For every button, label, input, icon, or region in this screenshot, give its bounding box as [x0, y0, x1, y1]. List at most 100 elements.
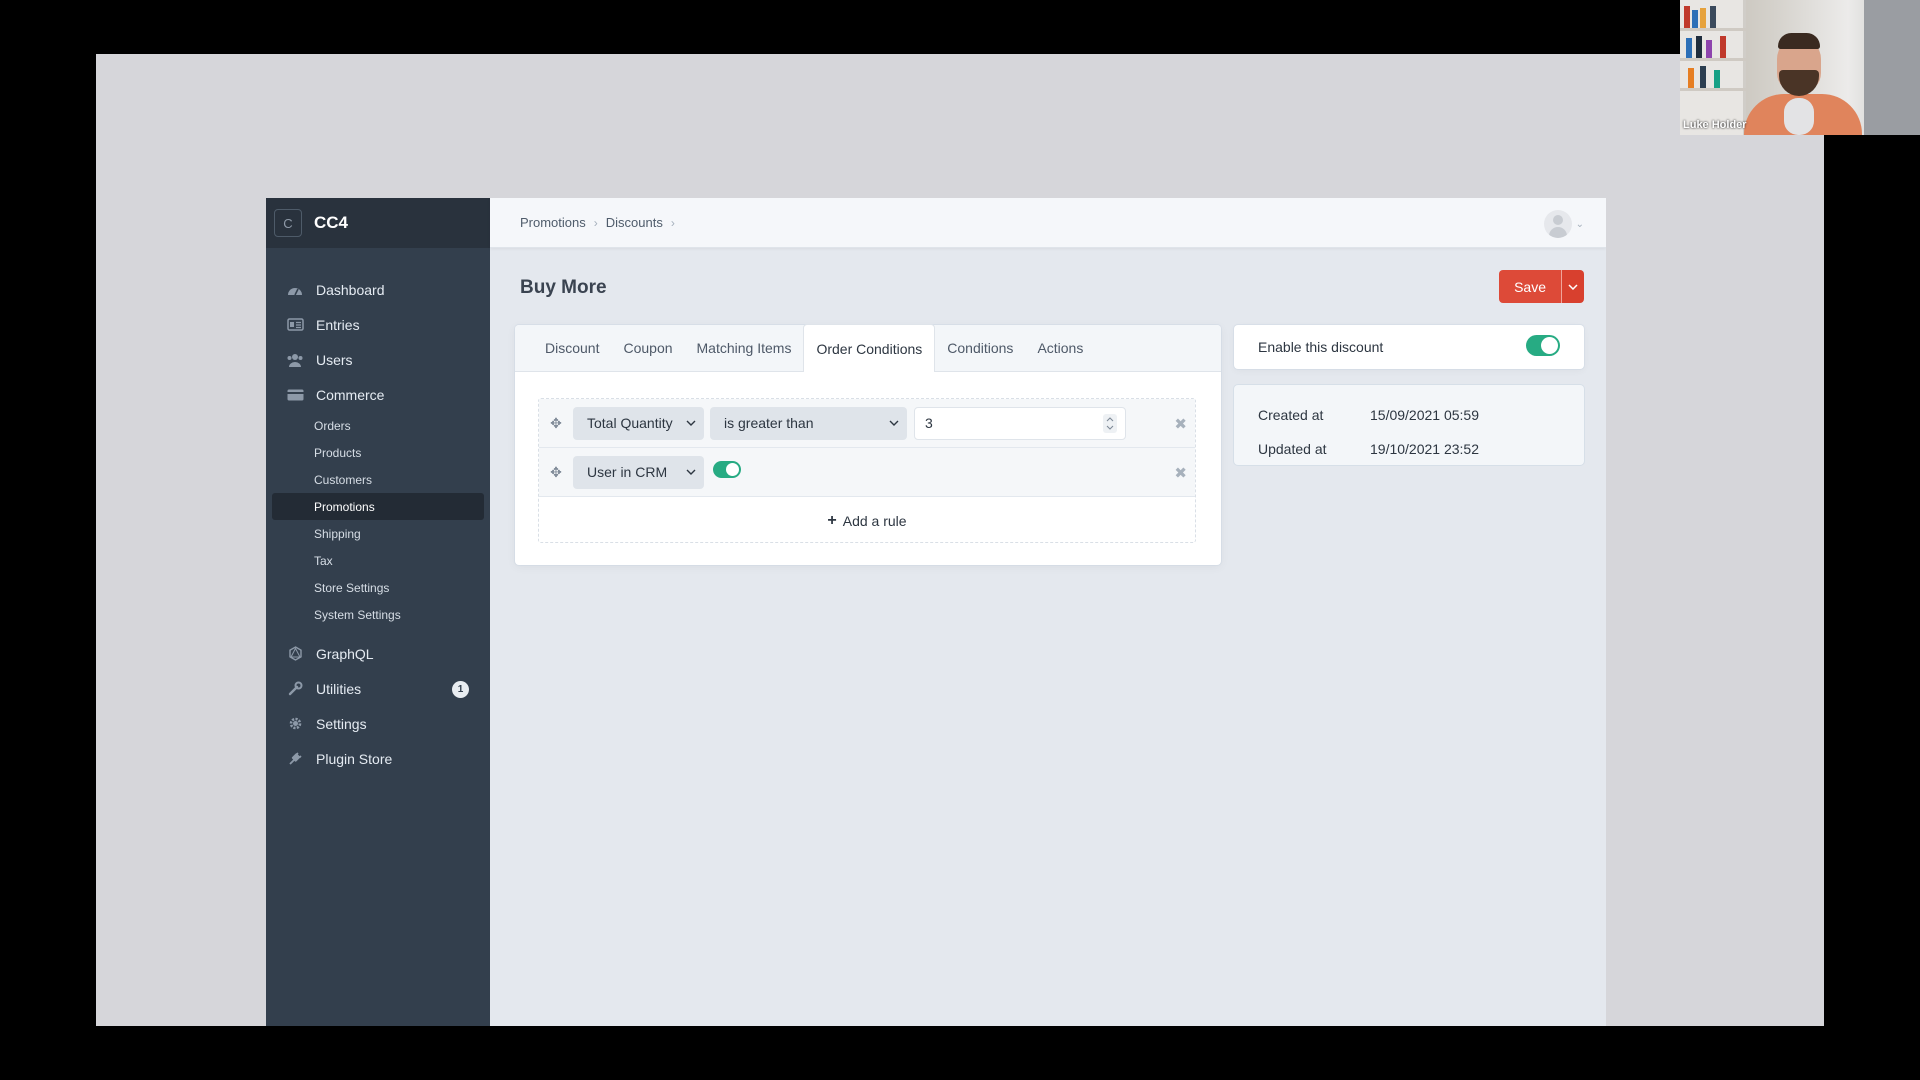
- sidebar: C CC4 Dashboard Entries Users Commerce O…: [266, 198, 490, 1026]
- nav-item-entries[interactable]: Entries: [266, 307, 490, 342]
- site-name: CC4: [314, 213, 349, 232]
- drag-handle-icon[interactable]: ✥: [545, 415, 567, 432]
- breadcrumb: Promotions › Discounts ›: [520, 215, 683, 230]
- meta-updated: Updated at 19/10/2021 23:52: [1258, 432, 1560, 466]
- breadcrumb-discounts[interactable]: Discounts: [606, 215, 663, 230]
- chevron-down-icon: [686, 420, 696, 426]
- nav-label: GraphQL: [316, 645, 374, 662]
- rule-row: ✥ Total Quantity is greater than 3 ✖: [539, 399, 1195, 448]
- users-icon: [286, 352, 304, 368]
- rule-operator-select[interactable]: is greater than: [710, 406, 907, 440]
- bookshelf-image: [1680, 0, 1746, 135]
- remove-rule-icon[interactable]: ✖: [1174, 415, 1187, 433]
- site-header[interactable]: C CC4: [266, 198, 490, 248]
- nav-item-commerce[interactable]: Commerce: [266, 377, 490, 412]
- chevron-right-icon: ›: [593, 215, 598, 230]
- tab-order-conditions[interactable]: Order Conditions: [803, 324, 936, 372]
- subnav-item-shipping[interactable]: Shipping: [272, 520, 484, 547]
- book: [1714, 70, 1720, 88]
- book: [1706, 40, 1712, 58]
- book: [1700, 8, 1706, 28]
- discount-editor-card: Discount Coupon Matching Items Order Con…: [515, 324, 1221, 565]
- select-value: is greater than: [724, 415, 814, 431]
- tab-coupon[interactable]: Coupon: [611, 324, 684, 371]
- book: [1700, 66, 1706, 88]
- toggle-knob: [726, 462, 739, 476]
- nav-item-users[interactable]: Users: [266, 342, 490, 377]
- craft-control-panel: C CC4 Dashboard Entries Users Commerce O…: [266, 198, 1606, 1026]
- subnav-item-promotions[interactable]: Promotions: [272, 493, 484, 520]
- updated-value: 19/10/2021 23:52: [1370, 441, 1479, 457]
- page-title: Buy More: [520, 277, 607, 298]
- rule-value-input[interactable]: 3: [914, 406, 1126, 440]
- chevron-down-icon: ⌄: [1575, 218, 1584, 230]
- user-in-crm-toggle-wrap: [713, 460, 741, 478]
- input-value: 3: [925, 415, 933, 431]
- chevron-down-icon: [889, 420, 899, 426]
- book: [1696, 36, 1702, 58]
- select-value: Total Quantity: [587, 415, 673, 431]
- user-in-crm-toggle[interactable]: [713, 460, 741, 478]
- book: [1692, 10, 1698, 28]
- breadcrumb-promotions[interactable]: Promotions: [520, 215, 586, 230]
- select-value: User in CRM: [587, 464, 668, 480]
- plus-icon: +: [827, 511, 837, 529]
- chevron-down-icon: [686, 469, 696, 475]
- graphql-icon: [286, 646, 304, 662]
- subnav-item-products[interactable]: Products: [272, 439, 484, 466]
- book: [1684, 6, 1690, 28]
- wrench-icon: [286, 681, 304, 697]
- subnav-item-tax[interactable]: Tax: [272, 547, 484, 574]
- subnav-item-store-settings[interactable]: Store Settings: [272, 574, 484, 601]
- add-rule-button[interactable]: + Add a rule: [539, 497, 1195, 544]
- tab-actions[interactable]: Actions: [1025, 324, 1095, 371]
- rule-row: ✥ User in CRM ✖: [539, 448, 1195, 497]
- meta-created: Created at 15/09/2021 05:59: [1258, 398, 1560, 432]
- tab-discount[interactable]: Discount: [533, 324, 611, 371]
- commerce-subnav: Orders Products Customers Promotions Shi…: [266, 412, 490, 628]
- nav-item-utilities[interactable]: Utilities 1: [266, 671, 490, 706]
- account-menu[interactable]: ⌄: [1543, 210, 1584, 238]
- nav-item-settings[interactable]: Settings: [266, 706, 490, 741]
- nav-item-graphql[interactable]: GraphQL: [266, 636, 490, 671]
- remove-rule-icon[interactable]: ✖: [1174, 464, 1187, 482]
- subnav-item-customers[interactable]: Customers: [272, 466, 484, 493]
- created-value: 15/09/2021 05:59: [1370, 407, 1479, 423]
- tab-bar: Discount Coupon Matching Items Order Con…: [515, 324, 1221, 372]
- nav-label: Dashboard: [316, 281, 385, 298]
- tab-conditions[interactable]: Conditions: [935, 324, 1025, 371]
- rule-attribute-select[interactable]: Total Quantity: [573, 406, 704, 440]
- nav-item-dashboard[interactable]: Dashboard: [266, 272, 490, 307]
- dashboard-icon: [286, 282, 304, 298]
- subnav-item-system-settings[interactable]: System Settings: [272, 601, 484, 628]
- shelf-line: [1680, 88, 1746, 91]
- nav-item-plugin-store[interactable]: Plugin Store: [266, 741, 490, 776]
- book: [1686, 38, 1692, 58]
- save-button-group: Save: [1499, 270, 1584, 303]
- shelf-line: [1680, 28, 1746, 31]
- drag-handle-icon[interactable]: ✥: [545, 464, 567, 481]
- webcam-overlay: Luke Holder: [1680, 0, 1920, 135]
- person-hair: [1778, 33, 1820, 49]
- add-rule-label: Add a rule: [842, 512, 907, 529]
- nav-label: Entries: [316, 316, 360, 333]
- enable-discount-label: Enable this discount: [1258, 339, 1384, 355]
- condition-rules: ✥ Total Quantity is greater than 3 ✖ ✥ U…: [538, 398, 1196, 543]
- nav-label: Users: [316, 351, 353, 368]
- tab-matching-items[interactable]: Matching Items: [685, 324, 804, 371]
- nav-label: Utilities: [316, 680, 362, 697]
- save-button[interactable]: Save: [1499, 270, 1561, 303]
- subnav-item-orders[interactable]: Orders: [272, 412, 484, 439]
- site-logo: C: [274, 209, 302, 237]
- door-image: [1864, 0, 1920, 135]
- plug-icon: [286, 751, 304, 767]
- rule-attribute-select[interactable]: User in CRM: [573, 455, 704, 489]
- secondary-nav: GraphQL Utilities 1 Settings Plugin Stor…: [266, 636, 490, 776]
- user-avatar-icon: [1543, 210, 1572, 238]
- main-nav: Dashboard Entries Users Commerce: [266, 272, 490, 412]
- number-spinner-icon[interactable]: [1103, 413, 1117, 433]
- enable-discount-toggle[interactable]: [1526, 335, 1560, 356]
- webcam-name-label: Luke Holder: [1683, 119, 1747, 131]
- chevron-right-icon: ›: [670, 215, 675, 230]
- save-menu-button[interactable]: [1561, 270, 1584, 303]
